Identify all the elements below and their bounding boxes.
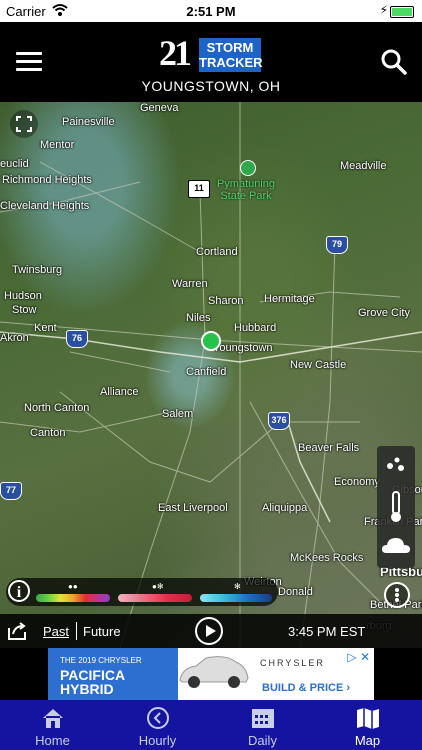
- app-header: 21 STORM TRACKER YOUNGSTOWN, OH: [0, 22, 422, 102]
- current-location-dot[interactable]: [201, 331, 221, 351]
- rain-legend-icon: ●●: [68, 582, 78, 591]
- place-label: Canton: [30, 427, 66, 439]
- snow-scale-bar: [200, 594, 272, 602]
- place-label: Meadville: [340, 160, 387, 172]
- bottom-tab-bar: Home Hourly Daily Map: [0, 700, 422, 750]
- place-label: Richmond Heights: [2, 174, 92, 186]
- route-shield: 376: [268, 412, 290, 430]
- place-label: Donald: [278, 586, 313, 598]
- place-label: Geneva: [140, 102, 179, 114]
- tab-map[interactable]: Map: [315, 700, 420, 750]
- location-title: YOUNGSTOWN, OH: [141, 78, 281, 94]
- place-label: Warren: [172, 278, 208, 290]
- timeline-divider: [76, 622, 77, 640]
- search-icon[interactable]: [380, 48, 408, 76]
- tab-daily[interactable]: Daily: [210, 700, 315, 750]
- battery-icon: [390, 6, 414, 18]
- mix-scale-bar: [118, 594, 192, 602]
- ad-model-trim: HYBRID: [60, 681, 114, 697]
- past-toggle[interactable]: Past: [43, 624, 69, 639]
- place-label: North Canton: [24, 402, 90, 414]
- place-label: Stow: [12, 304, 37, 316]
- map-icon: [357, 708, 379, 729]
- radar-legend: i ●● ●✻ ✻: [6, 578, 278, 606]
- place-label: Mentor: [40, 139, 75, 151]
- logo-badge: STORM TRACKER: [199, 38, 263, 72]
- ad-content[interactable]: THE 2019 CHRYSLER PACIFICA HYBRID CHRYSL…: [48, 648, 374, 700]
- storm-tracker-logo: 21 STORM TRACKER: [159, 33, 263, 74]
- fullscreen-icon[interactable]: [10, 110, 38, 138]
- place-label: Hermitage: [264, 293, 315, 305]
- place-label: East Liverpool: [158, 502, 228, 514]
- map-layer-toolbar: [377, 446, 415, 568]
- tab-label: Home: [35, 733, 70, 748]
- more-options-icon[interactable]: [384, 582, 410, 608]
- ad-model-name: PACIFICA: [60, 667, 126, 683]
- route-shield: 11: [188, 180, 210, 198]
- radar-map[interactable]: Geneva Painesville Mentor euclid Richmon…: [0, 102, 422, 648]
- park-label: Pymatuning State Park: [216, 178, 276, 202]
- place-label: Salem: [162, 408, 194, 420]
- place-label: Hudson: [4, 290, 42, 302]
- route-shield: 77: [0, 482, 22, 500]
- place-label: Economy: [334, 476, 380, 488]
- place-label: Sharon: [208, 295, 244, 307]
- ad-close-icon[interactable]: ▷ ✕: [347, 650, 370, 664]
- place-label: McKees Rocks: [290, 552, 364, 564]
- place-label: Kent: [34, 322, 57, 334]
- ad-model: PACIFICA HYBRID: [60, 668, 125, 696]
- place-label: euclid: [0, 158, 29, 170]
- calendar-icon: [252, 709, 274, 728]
- tab-home[interactable]: Home: [0, 700, 105, 750]
- place-label: Cleveland Heights: [0, 200, 90, 212]
- logo-line2: TRACKER: [199, 55, 263, 70]
- place-label: Youngstown: [213, 342, 273, 354]
- tab-label: Daily: [248, 733, 277, 748]
- ad-banner[interactable]: THE 2019 CHRYSLER PACIFICA HYBRID CHRYSL…: [0, 648, 422, 700]
- charging-icon: ⚡: [379, 3, 388, 17]
- temperature-icon[interactable]: [377, 486, 415, 526]
- place-label: Grove City: [358, 307, 410, 319]
- clock-icon: [147, 707, 169, 729]
- snow-legend-icon: ✻: [234, 582, 241, 591]
- radar-time: 3:45 PM EST: [288, 624, 366, 639]
- cloud-icon[interactable]: [377, 526, 415, 566]
- place-label: Alliance: [100, 386, 139, 398]
- precipitation-icon[interactable]: [377, 446, 415, 486]
- play-button[interactable]: [195, 617, 223, 645]
- build-price-link[interactable]: BUILD & PRICE ›: [262, 682, 350, 694]
- rain-scale-bar: [36, 594, 110, 602]
- status-time: 2:51 PM: [186, 4, 236, 19]
- logo-number: 21: [159, 33, 192, 73]
- radar-timeline-bar: Past Future 3:45 PM EST: [0, 614, 422, 648]
- place-label: Cortland: [196, 246, 238, 258]
- route-shield: 76: [66, 330, 88, 348]
- mix-legend-icon: ●✻: [152, 582, 164, 591]
- car-image: [179, 656, 249, 688]
- route-shield: 79: [326, 236, 348, 254]
- ad-brand: CHRYSLER: [260, 658, 325, 668]
- ad-headline: THE 2019 CHRYSLER: [60, 656, 142, 665]
- logo-line1: STORM: [206, 40, 254, 55]
- ad-text-panel: THE 2019 CHRYSLER PACIFICA HYBRID: [48, 648, 178, 700]
- place-label: Aliquippa: [262, 502, 308, 514]
- menu-icon[interactable]: [16, 52, 42, 72]
- place-label: New Castle: [290, 359, 347, 371]
- house-icon: [43, 709, 63, 728]
- place-label: Akron: [0, 332, 29, 344]
- place-label: Niles: [186, 312, 211, 324]
- share-icon[interactable]: [6, 620, 28, 642]
- tab-hourly[interactable]: Hourly: [105, 700, 210, 750]
- place-label: Twinsburg: [12, 264, 63, 276]
- tab-label: Hourly: [138, 733, 177, 748]
- future-toggle[interactable]: Future: [83, 624, 121, 639]
- status-bar: Carrier 2:51 PM ⚡: [0, 0, 422, 22]
- park-icon: [240, 160, 256, 176]
- place-label: Painesville: [62, 116, 115, 128]
- info-button[interactable]: i: [8, 580, 30, 602]
- place-label: Beaver Falls: [298, 442, 360, 454]
- place-label: Canfield: [186, 366, 227, 378]
- place-label: Hubbard: [234, 322, 277, 334]
- tab-label: Map: [354, 733, 381, 748]
